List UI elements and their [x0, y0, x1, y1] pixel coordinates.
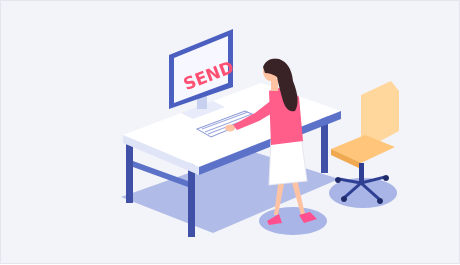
illustration-frame: SEND — [0, 0, 460, 264]
office-send-illustration: SEND — [121, 29, 399, 237]
person-hand — [225, 124, 235, 132]
